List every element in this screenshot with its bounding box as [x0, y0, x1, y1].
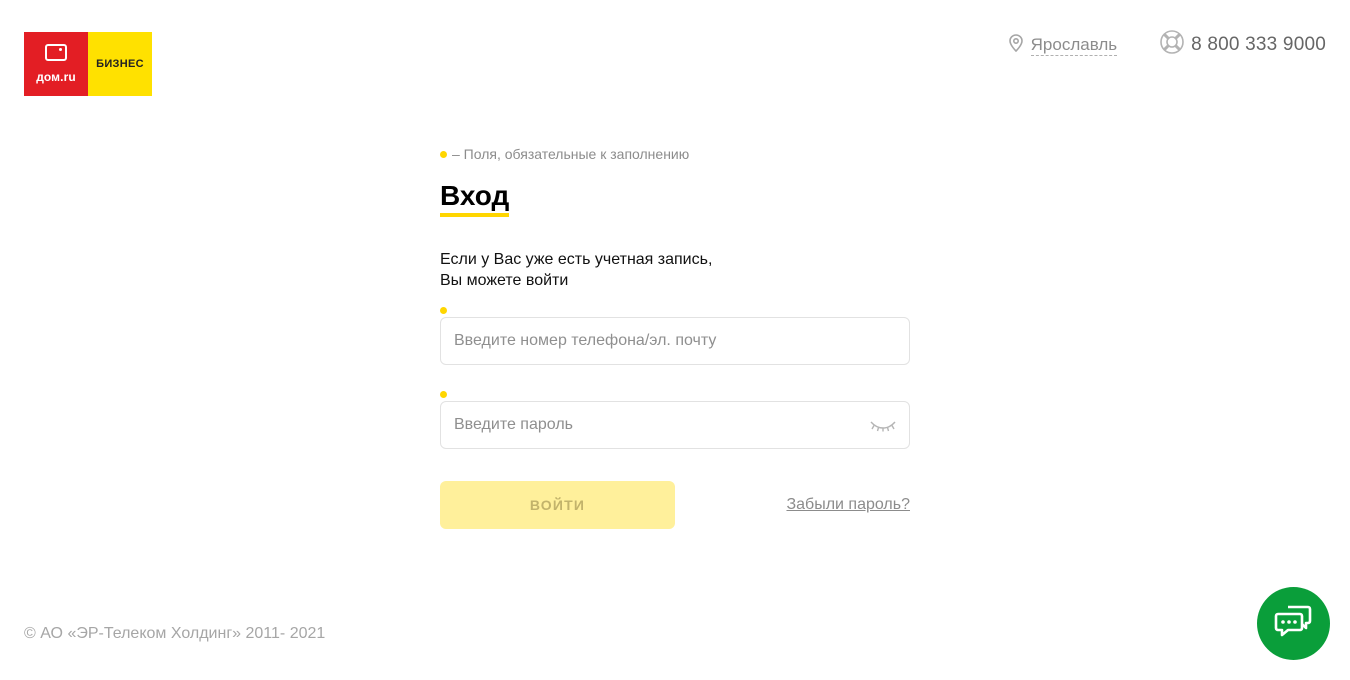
logo-red-block: дом.ru	[24, 32, 88, 96]
password-input[interactable]	[441, 402, 909, 448]
brand-logo[interactable]: дом.ru БИЗНЕС	[24, 32, 152, 96]
password-required-marker	[440, 391, 910, 398]
eye-closed-icon[interactable]	[869, 419, 897, 438]
intro-line-1: Если у Вас уже есть учетная запись,	[440, 251, 713, 268]
city-selector[interactable]: Ярославль	[1008, 33, 1118, 57]
login-field	[440, 317, 910, 365]
required-dot-icon	[440, 307, 447, 314]
city-name[interactable]: Ярославль	[1030, 35, 1118, 56]
login-input[interactable]	[441, 318, 909, 364]
chat-button[interactable]	[1257, 587, 1330, 660]
required-fields-note: – Поля, обязательные к заполнению	[440, 140, 910, 168]
forgot-password-link[interactable]: Забыли пароль?	[786, 496, 910, 514]
page-title: Вход	[440, 179, 510, 217]
form-actions: ВОЙТИ Забыли пароль?	[440, 481, 910, 529]
location-pin-icon	[1008, 33, 1023, 57]
required-dot-icon	[440, 391, 447, 398]
required-dot-icon	[440, 150, 447, 158]
logo-yellow-block: БИЗНЕС	[88, 32, 152, 96]
logo-brand-text: дом.ru	[36, 70, 76, 84]
required-note-text: – Поля, обязательные к заполнению	[452, 146, 690, 162]
lifebuoy-icon	[1159, 29, 1185, 61]
intro-line-2: Вы можете войти	[440, 272, 569, 289]
header-contacts: Ярославль 8 800 333 9000	[1008, 29, 1326, 61]
login-required-marker	[440, 307, 910, 314]
logo-house-icon	[45, 44, 67, 61]
footer-copyright: © АО «ЭР-Телеком Холдинг» 2011- 2021	[24, 625, 326, 642]
logo-segment-text: БИЗНЕС	[96, 58, 144, 70]
support-phone-number[interactable]: 8 800 333 9000	[1191, 34, 1326, 56]
support-phone[interactable]: 8 800 333 9000	[1159, 29, 1326, 61]
chat-icon	[1274, 603, 1314, 644]
password-field	[440, 401, 910, 449]
intro-text: Если у Вас уже есть учетная запись, Вы м…	[440, 249, 910, 291]
login-form: – Поля, обязательные к заполнению Вход Е…	[440, 140, 910, 529]
login-button[interactable]: ВОЙТИ	[440, 481, 675, 529]
